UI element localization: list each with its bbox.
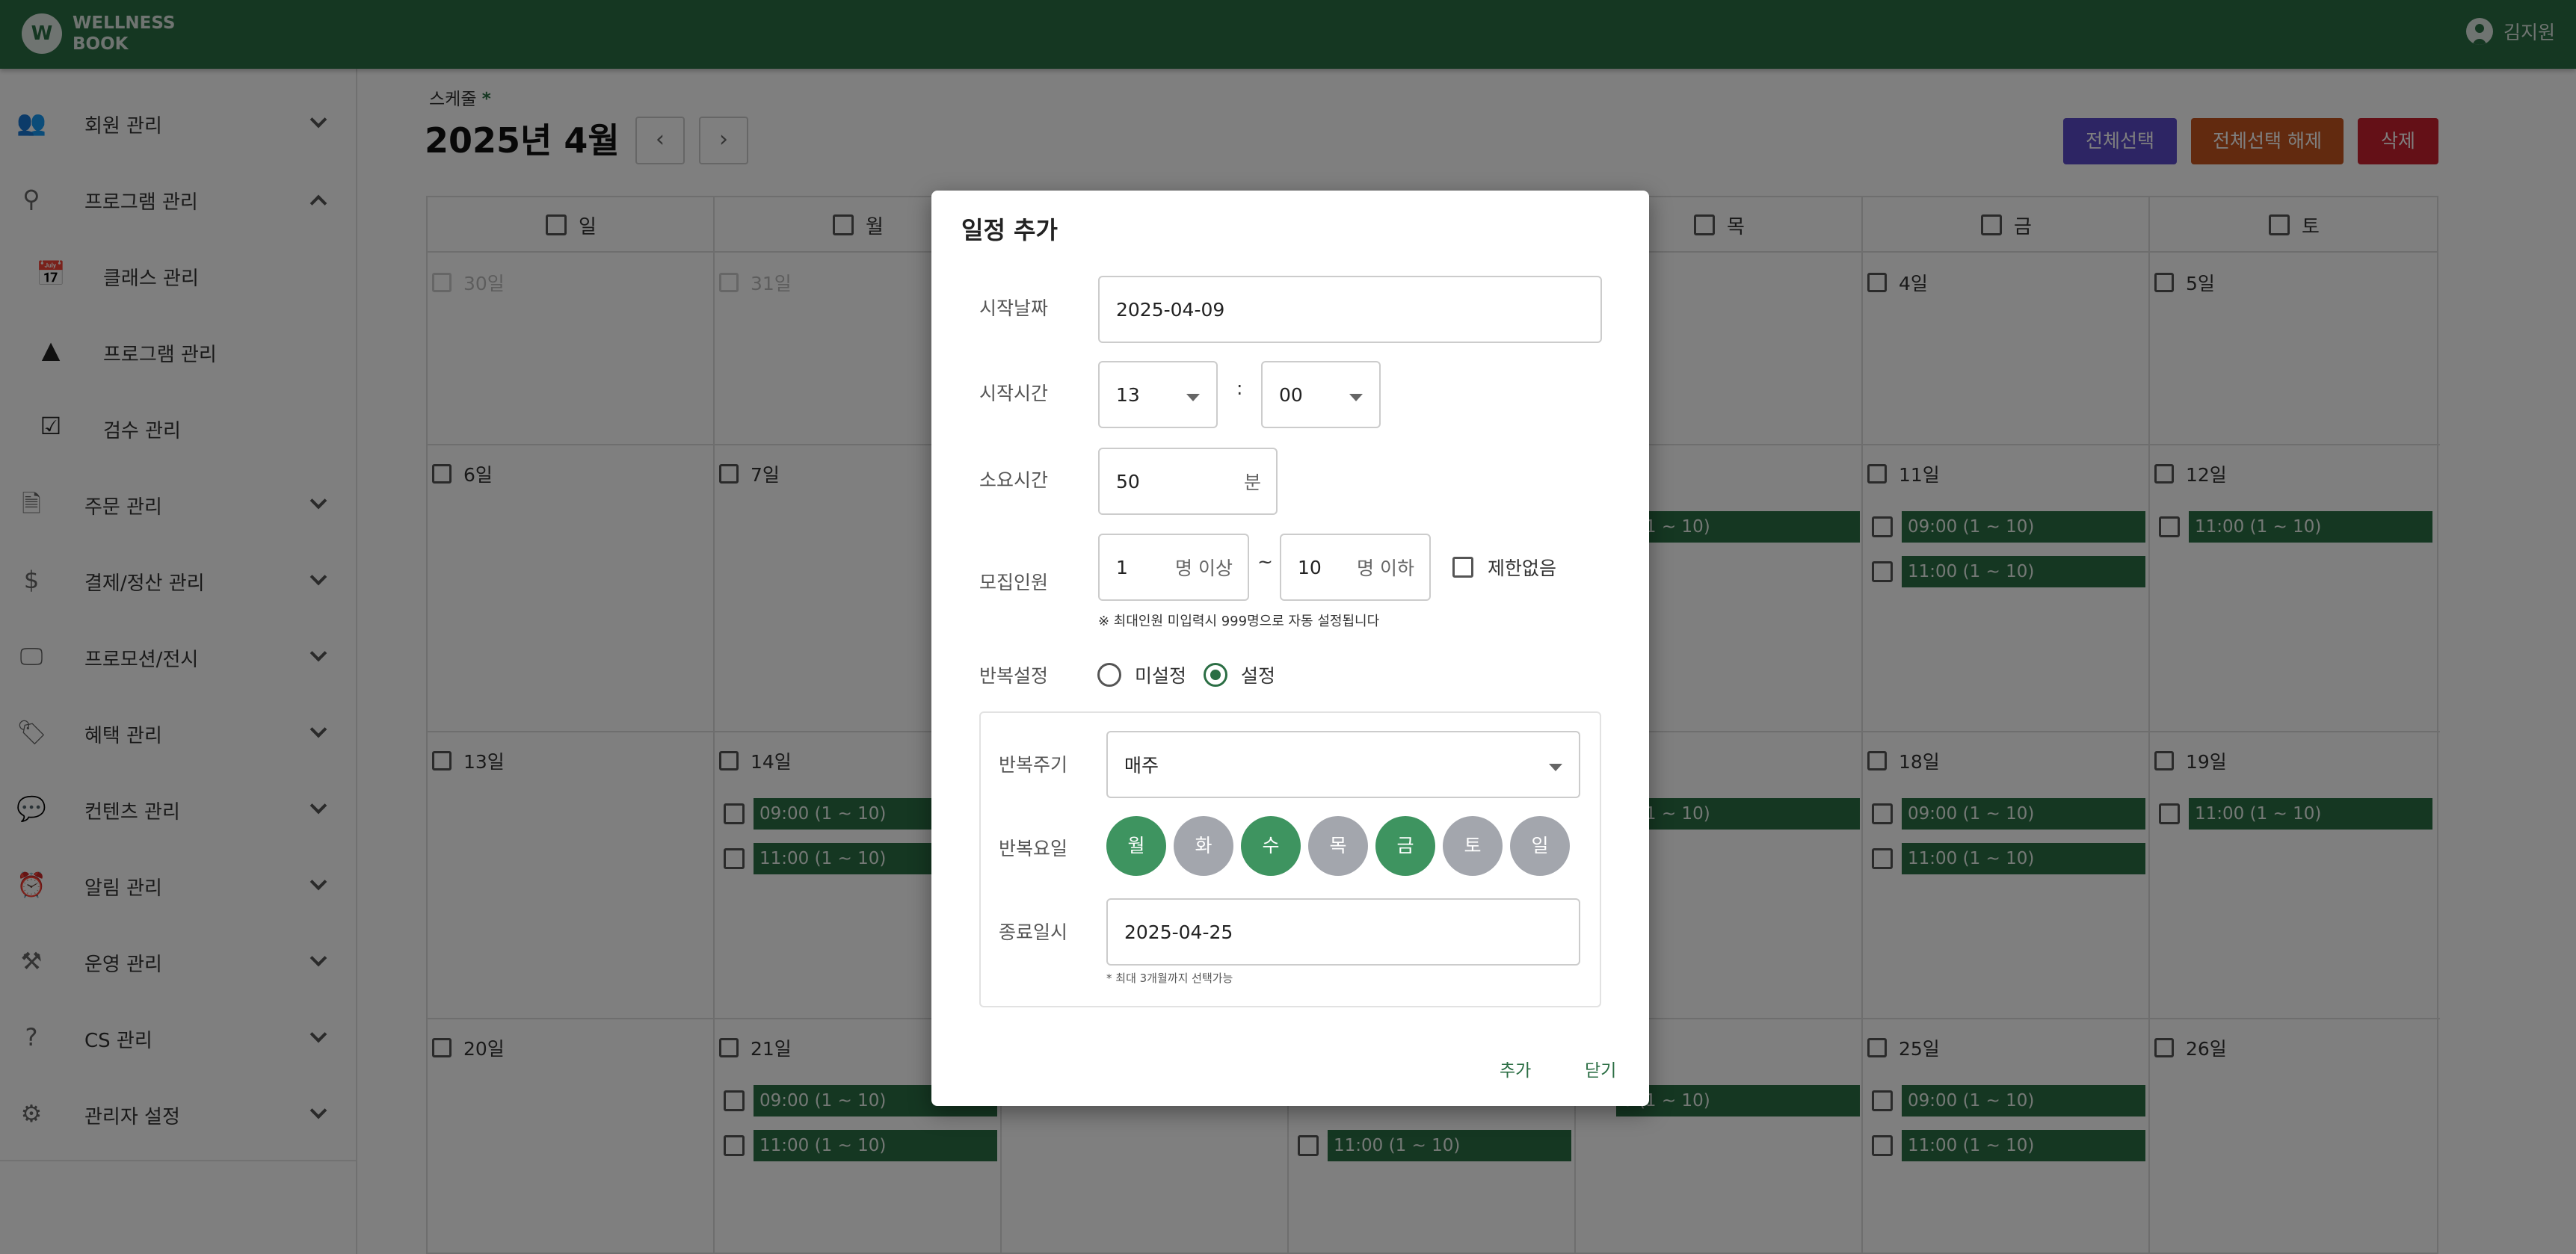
repeat-cycle-select[interactable]: 매주 <box>1106 731 1580 798</box>
day-toggle-sat[interactable]: 토 <box>1443 816 1503 876</box>
close-button[interactable]: 닫기 <box>1585 1056 1616 1081</box>
add-button[interactable]: 추가 <box>1500 1056 1531 1081</box>
repeat-settings-panel: 반복주기 매주 반복요일 월 화 수 목 금 토 일 종료일시 2025-04-… <box>979 711 1601 1007</box>
repeat-cycle-label: 반복주기 <box>999 754 1068 776</box>
repeat-label: 반복설정 <box>979 665 1049 687</box>
start-date-label: 시작날짜 <box>979 297 1049 319</box>
start-date-input[interactable]: 2025-04-09 <box>1098 276 1602 343</box>
day-toggle-tue[interactable]: 화 <box>1174 816 1233 876</box>
day-toggle-thu[interactable]: 목 <box>1308 816 1368 876</box>
repeat-on-label[interactable]: 설정 <box>1241 661 1275 688</box>
end-date-label: 종료일시 <box>999 921 1068 943</box>
end-date-note: * 최대 3개월까지 선택가능 <box>1106 972 1233 985</box>
day-toggle-wed[interactable]: 수 <box>1241 816 1301 876</box>
min-capacity-input[interactable]: 1명 이상 <box>1098 534 1249 601</box>
dropdown-caret-icon <box>1549 764 1562 771</box>
range-separator: ~ <box>1257 551 1273 572</box>
hour-select[interactable]: 13 <box>1098 361 1218 428</box>
add-schedule-dialog: 일정 추가 시작날짜 2025-04-09 시작시간 13 : 00 소요시간 … <box>931 191 1649 1106</box>
start-time-label: 시작시간 <box>979 383 1049 404</box>
min-capacity-unit: 명 이상 <box>1175 557 1233 579</box>
repeat-off-label[interactable]: 미설정 <box>1135 661 1186 688</box>
end-date-input[interactable]: 2025-04-25 <box>1106 898 1580 966</box>
repeat-days-label: 반복요일 <box>999 838 1068 859</box>
duration-unit: 분 <box>1243 472 1261 493</box>
duration-input[interactable]: 50 분 <box>1098 448 1278 515</box>
day-toggle-fri[interactable]: 금 <box>1375 816 1435 876</box>
max-capacity-unit: 명 이하 <box>1357 557 1414 579</box>
capacity-label: 모집인원 <box>979 572 1049 593</box>
duration-label: 소요시간 <box>979 469 1049 491</box>
dropdown-caret-icon <box>1349 394 1363 401</box>
capacity-note: ※ 최대인원 미입력시 999명으로 자동 설정됩니다 <box>1098 614 1380 629</box>
minute-select[interactable]: 00 <box>1261 361 1381 428</box>
repeat-on-radio[interactable] <box>1204 663 1227 687</box>
day-toggle-sun[interactable]: 일 <box>1510 816 1570 876</box>
time-separator: : <box>1236 377 1243 399</box>
unlimited-label[interactable]: 제한없음 <box>1488 554 1556 581</box>
max-capacity-input[interactable]: 10 명 이하 <box>1280 534 1431 601</box>
dialog-title: 일정 추가 <box>961 216 1058 244</box>
day-toggle-mon[interactable]: 월 <box>1106 816 1166 876</box>
unlimited-checkbox[interactable] <box>1452 557 1473 578</box>
repeat-off-radio[interactable] <box>1097 663 1121 687</box>
dropdown-caret-icon <box>1186 394 1200 401</box>
